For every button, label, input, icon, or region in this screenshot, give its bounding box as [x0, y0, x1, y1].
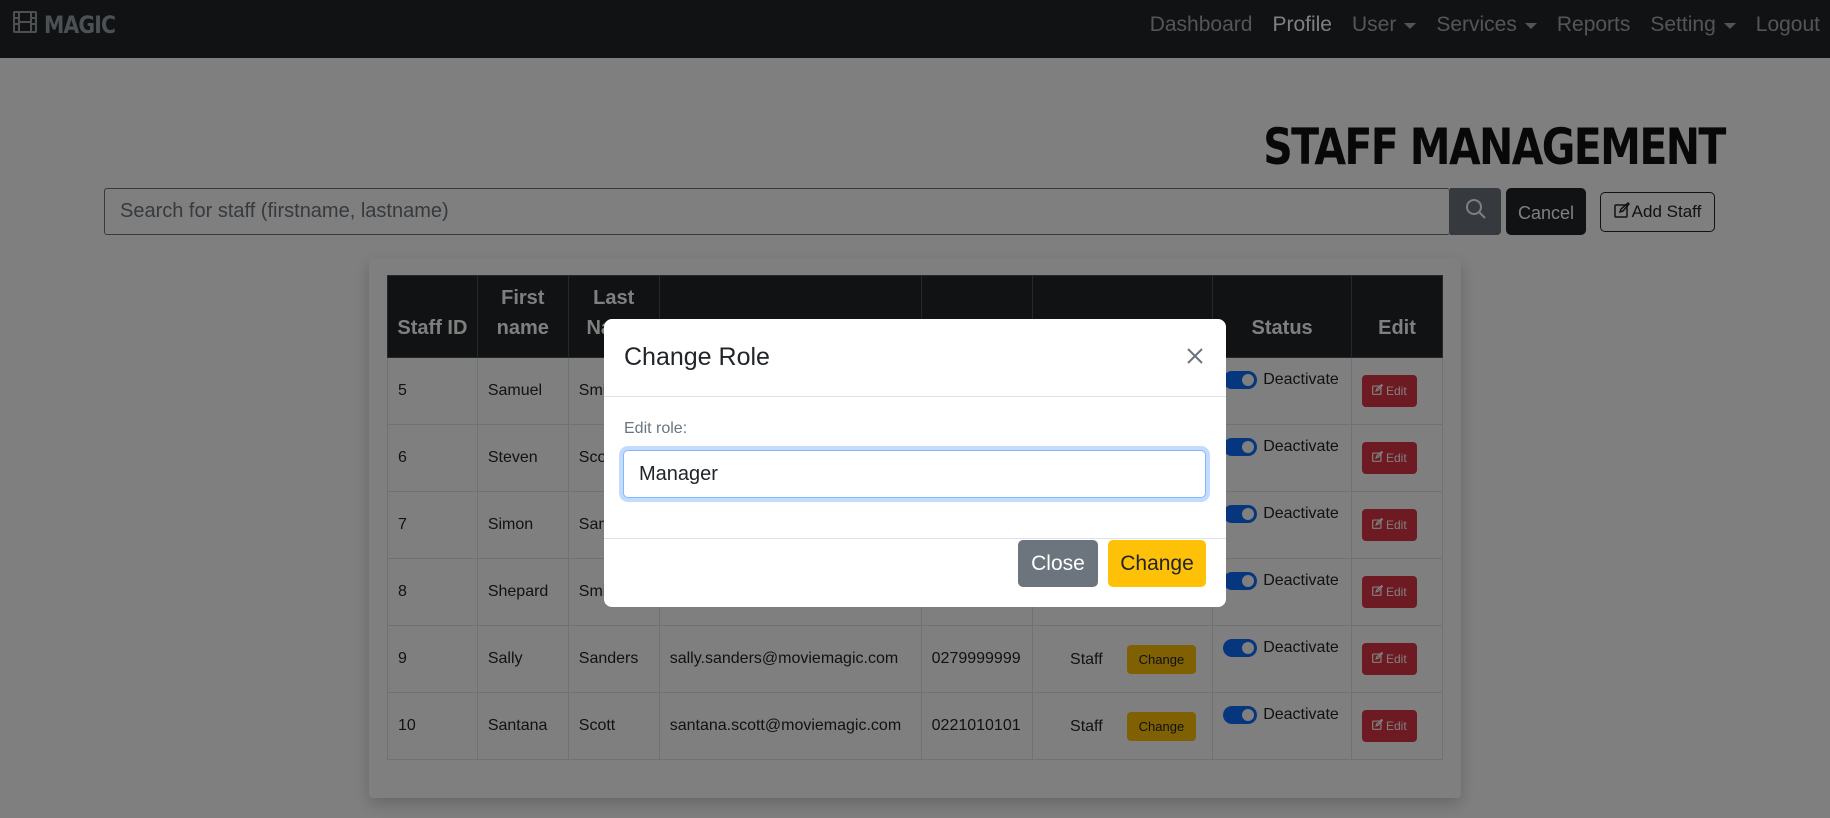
close-icon[interactable]: [1184, 345, 1206, 367]
modal-title: Change Role: [624, 343, 770, 371]
edit-role-input[interactable]: [623, 450, 1206, 498]
modal-close-button[interactable]: Close: [1018, 540, 1098, 587]
modal-header: Change Role: [604, 319, 1226, 397]
modal-body: Edit role:: [604, 397, 1226, 539]
modal-change-button[interactable]: Change: [1108, 540, 1206, 587]
change-role-modal: Change Role Edit role: Close Change: [604, 319, 1226, 607]
edit-role-label: Edit role:: [624, 420, 688, 437]
